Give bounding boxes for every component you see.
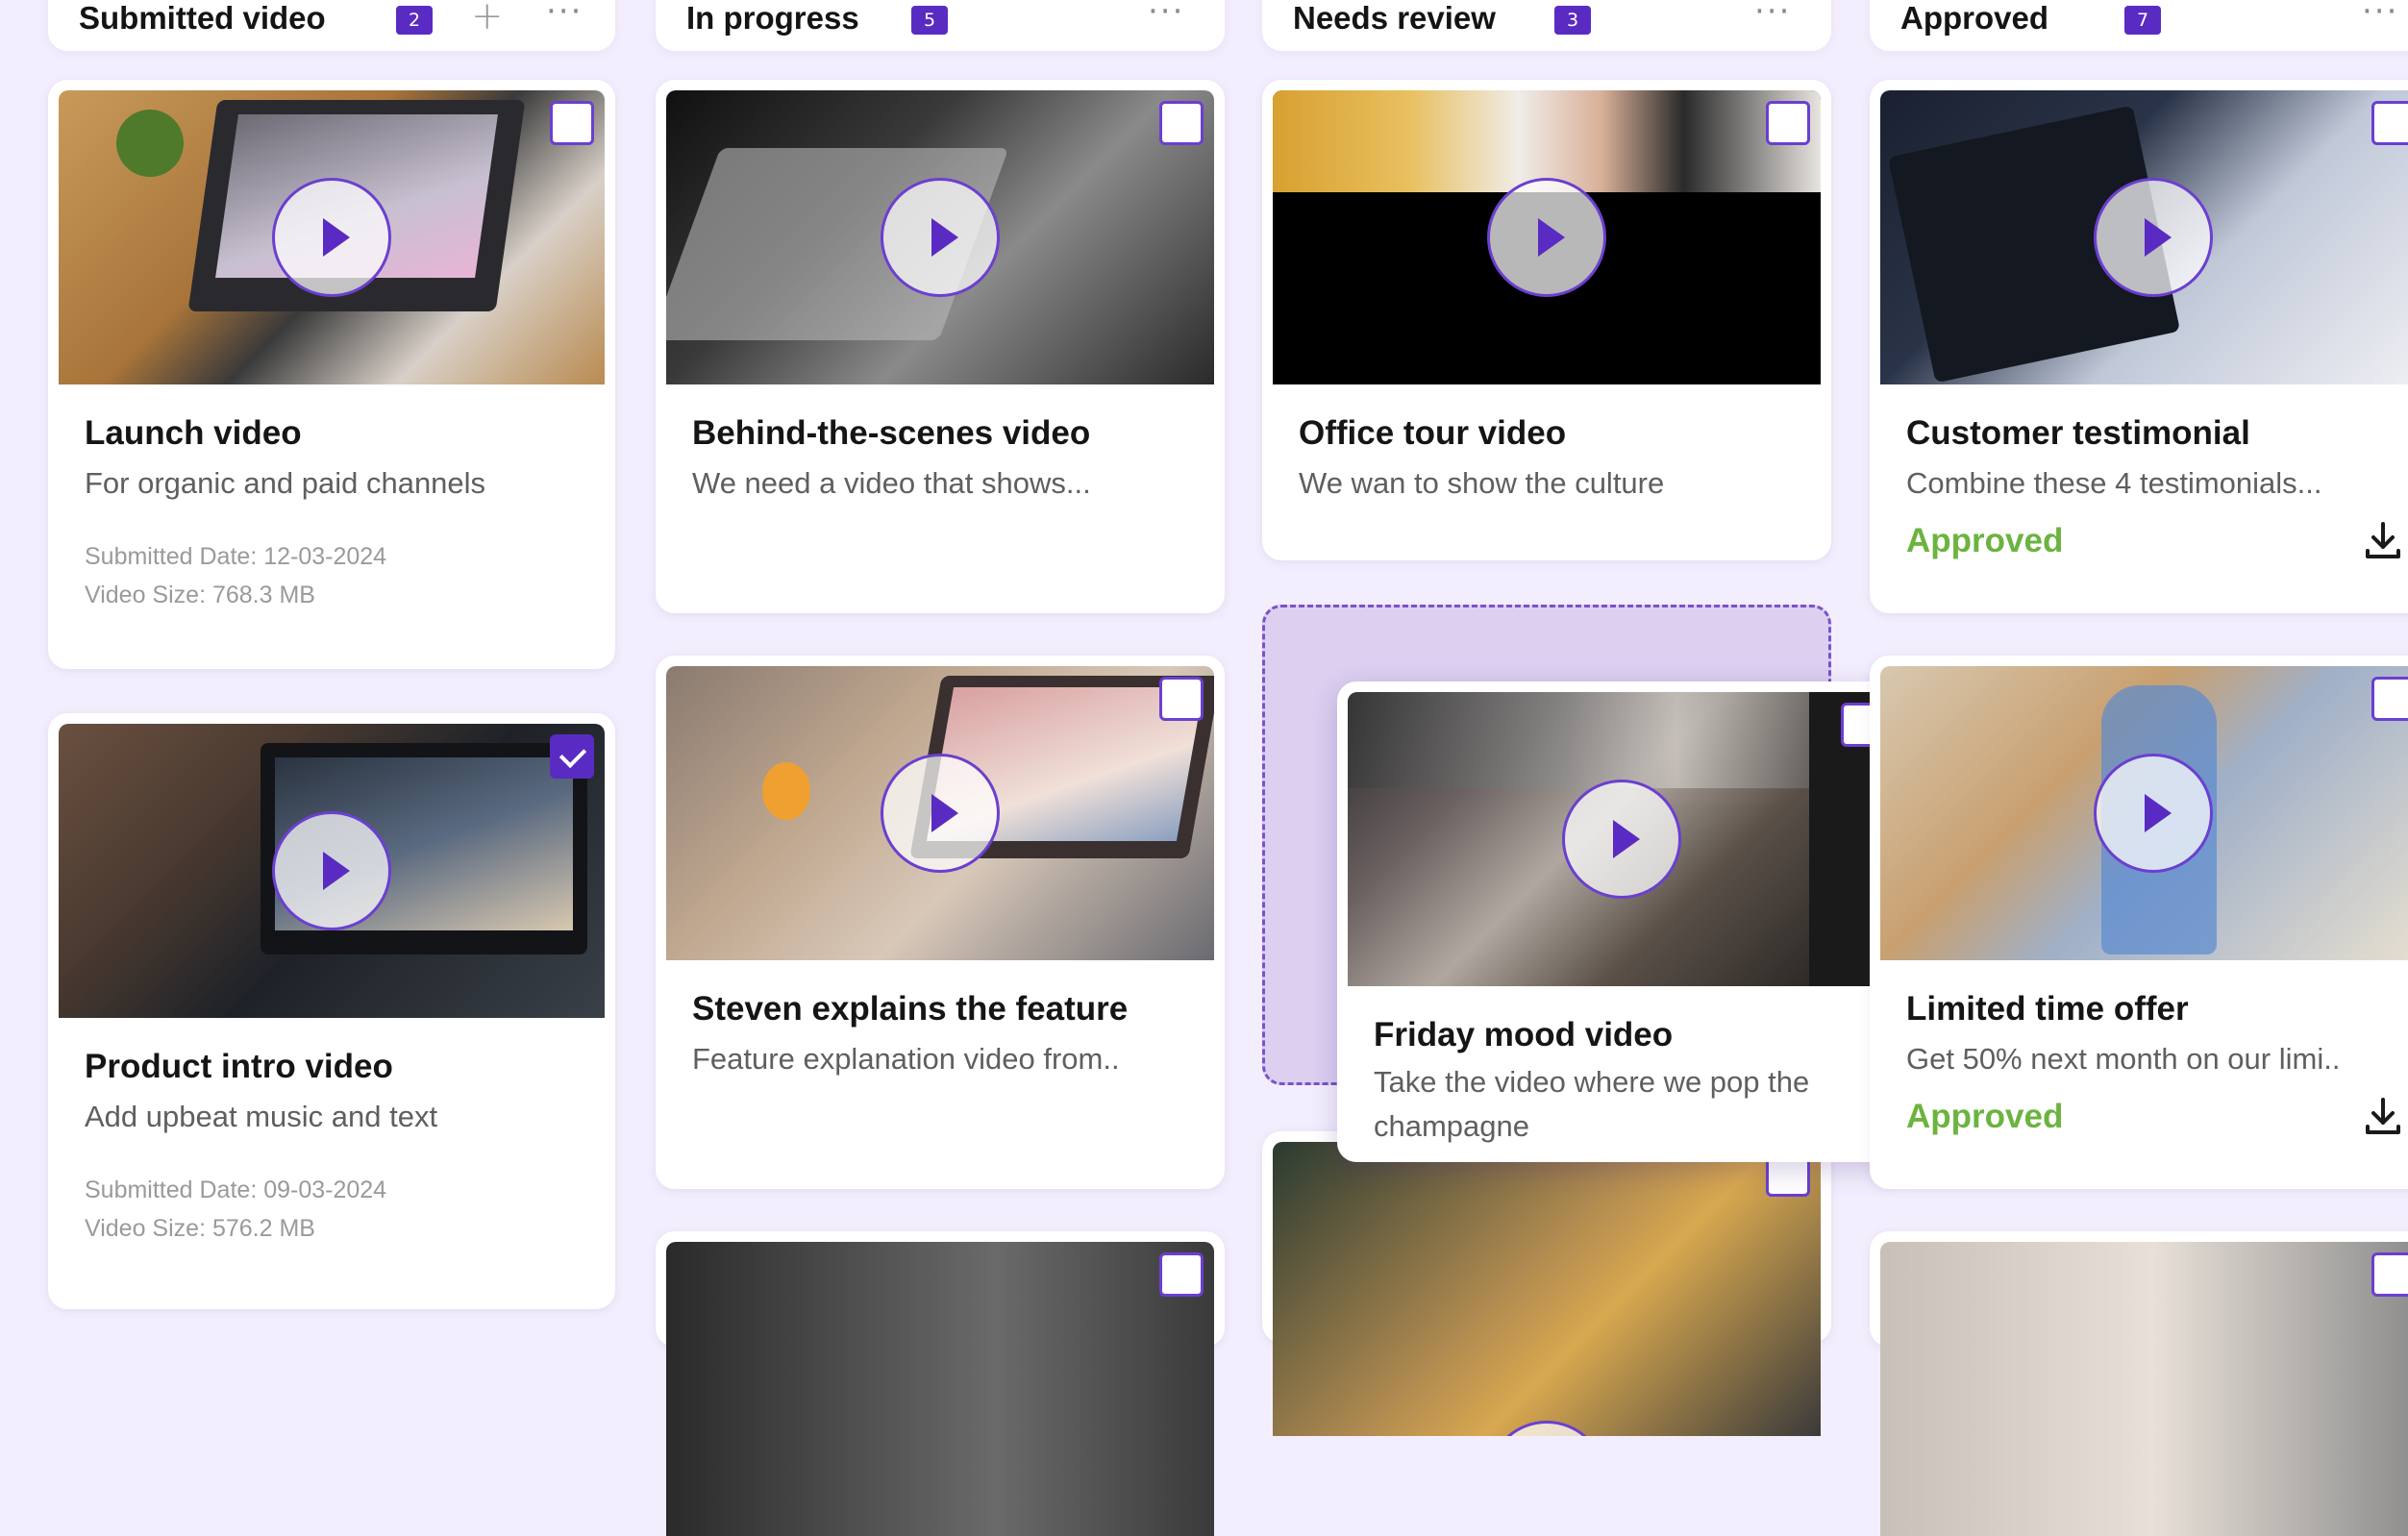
- video-thumbnail[interactable]: [59, 724, 605, 1018]
- video-card-product-intro[interactable]: Product intro video Add upbeat music and…: [48, 713, 615, 1309]
- column-title: In progress: [686, 0, 859, 36]
- more-horizontal-icon[interactable]: ···: [2362, 0, 2398, 31]
- video-card-customer-testimonial[interactable]: Customer testimonial Combine these 4 tes…: [1870, 80, 2408, 613]
- checkbox-icon[interactable]: [1159, 1252, 1204, 1297]
- play-icon[interactable]: [1487, 1420, 1606, 1436]
- card-description: For organic and paid channels: [85, 466, 486, 500]
- video-thumbnail[interactable]: [666, 1242, 1214, 1536]
- card-meta: Submitted Date: 12-03-2024 Video Size: 7…: [85, 537, 386, 614]
- column-title: Approved: [1900, 0, 2049, 36]
- video-card-partial[interactable]: [1870, 1231, 2408, 1536]
- card-title: Steven explains the feature: [692, 990, 1129, 1028]
- play-icon[interactable]: [881, 178, 1000, 297]
- download-icon[interactable]: [2360, 1094, 2406, 1140]
- checkbox-icon[interactable]: [2371, 1252, 2408, 1297]
- checkbox-icon[interactable]: [1159, 677, 1204, 721]
- checkbox-icon[interactable]: [2371, 677, 2408, 721]
- checkbox-icon[interactable]: [2371, 101, 2408, 145]
- card-title: Office tour video: [1299, 414, 1567, 452]
- card-description: Feature explanation video from..: [692, 1042, 1120, 1076]
- video-thumbnail[interactable]: [1880, 1242, 2408, 1536]
- more-horizontal-icon[interactable]: ···: [1148, 0, 1184, 31]
- video-size: Video Size: 576.2 MB: [85, 1215, 315, 1242]
- video-thumbnail[interactable]: [1273, 90, 1821, 384]
- video-card-steven-explains[interactable]: Steven explains the feature Feature expl…: [656, 656, 1225, 1189]
- column-title: Submitted video: [79, 0, 326, 36]
- video-card-partial[interactable]: [1262, 1131, 1831, 1436]
- card-title: Launch video: [85, 414, 302, 452]
- play-icon[interactable]: [1487, 178, 1606, 297]
- checkbox-icon[interactable]: [550, 101, 594, 145]
- card-description: Add upbeat music and text: [85, 1100, 438, 1133]
- submitted-date: Submitted Date: 09-03-2024: [85, 1177, 387, 1203]
- download-icon[interactable]: [2360, 518, 2406, 564]
- video-card-partial[interactable]: [656, 1231, 1225, 1536]
- column-count-badge: 2: [396, 6, 433, 35]
- play-icon[interactable]: [2094, 754, 2213, 873]
- video-thumbnail[interactable]: [1273, 1142, 1821, 1436]
- checkbox-icon[interactable]: [1766, 101, 1810, 145]
- plus-icon[interactable]: +: [471, 0, 504, 38]
- video-card-friday-mood[interactable]: Friday mood video Take the video where w…: [1337, 681, 1906, 1162]
- card-title: Friday mood video: [1374, 1016, 1674, 1053]
- card-title: Customer testimonial: [1906, 414, 2250, 452]
- column-header-approved: Approved 7 ···: [1870, 0, 2408, 51]
- card-description: Combine these 4 testimonials...: [1906, 466, 2322, 500]
- video-card-limited-time-offer[interactable]: Limited time offer Get 50% next month on…: [1870, 656, 2408, 1189]
- column-title: Needs review: [1293, 0, 1496, 36]
- checkbox-icon[interactable]: [550, 734, 594, 779]
- play-icon[interactable]: [2094, 178, 2213, 297]
- play-icon[interactable]: [1562, 780, 1681, 899]
- checkbox-icon[interactable]: [1159, 101, 1204, 145]
- status-approved: Approved: [1906, 1098, 2064, 1135]
- column-count-badge: 3: [1554, 6, 1591, 35]
- play-icon[interactable]: [272, 811, 391, 930]
- submitted-date: Submitted Date: 12-03-2024: [85, 543, 387, 570]
- more-horizontal-icon[interactable]: ···: [1754, 0, 1791, 31]
- video-thumbnail[interactable]: [666, 666, 1214, 960]
- status-approved: Approved: [1906, 522, 2064, 559]
- play-icon[interactable]: [272, 178, 391, 297]
- video-card-office-tour[interactable]: Office tour video We wan to show the cul…: [1262, 80, 1831, 560]
- video-size: Video Size: 768.3 MB: [85, 582, 315, 608]
- video-thumbnail[interactable]: [1348, 692, 1896, 986]
- video-thumbnail[interactable]: [1880, 90, 2408, 384]
- video-thumbnail[interactable]: [1880, 666, 2408, 960]
- video-thumbnail[interactable]: [666, 90, 1214, 384]
- play-icon[interactable]: [881, 754, 1000, 873]
- column-count-badge: 5: [911, 6, 948, 35]
- video-card-launch[interactable]: Launch video For organic and paid channe…: [48, 80, 615, 669]
- more-horizontal-icon[interactable]: ···: [546, 0, 583, 31]
- card-title: Behind-the-scenes video: [692, 414, 1091, 452]
- card-title: Product intro video: [85, 1048, 393, 1085]
- card-meta: Submitted Date: 09-03-2024 Video Size: 5…: [85, 1171, 386, 1248]
- column-count-badge: 7: [2124, 6, 2161, 35]
- column-header-needs-review: Needs review 3 ···: [1262, 0, 1831, 51]
- card-description: Get 50% next month on our limi..: [1906, 1042, 2341, 1076]
- card-description: Take the video where we pop the champagn…: [1374, 1065, 1810, 1143]
- card-description: We wan to show the culture: [1299, 466, 1665, 500]
- column-header-submitted: Submitted video 2 + ···: [48, 0, 615, 51]
- video-thumbnail[interactable]: [59, 90, 605, 384]
- card-title: Limited time offer: [1906, 990, 2189, 1028]
- column-header-in-progress: In progress 5 ···: [656, 0, 1225, 51]
- video-card-behind-the-scenes[interactable]: Behind-the-scenes video We need a video …: [656, 80, 1225, 613]
- card-description: We need a video that shows...: [692, 466, 1091, 500]
